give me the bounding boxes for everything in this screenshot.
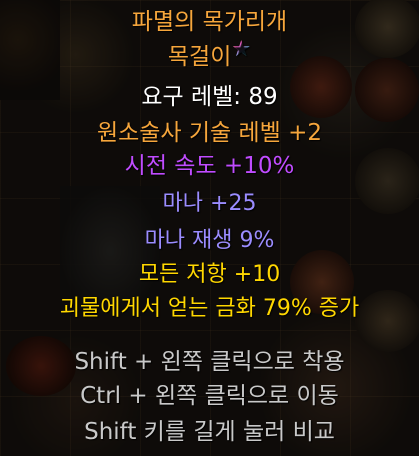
item-modifier: 마나 재생 9% — [144, 228, 275, 253]
item-tooltip: 파멸의 목가리개 목걸이★ 요구 레벨: 89 원소술사 기술 레벨 +2 시전… — [0, 0, 419, 456]
item-type-row: 목걸이★ — [0, 37, 419, 71]
item-modifier: 시전 속도 +10% — [124, 153, 295, 179]
hint-move: Ctrl + 왼쪽 클릭으로 이동 — [80, 383, 339, 409]
item-name: 파멸의 목가리개 — [131, 9, 288, 35]
item-modifier: 괴물에게서 얻는 금화 79% 증가 — [59, 296, 360, 321]
item-type: 목걸이 — [167, 44, 232, 70]
hint-equip: Shift + 왼쪽 클릭으로 착용 — [74, 349, 345, 375]
item-modifier: 모든 저항 +10 — [138, 262, 281, 287]
item-modifier: 원소술사 기술 레벨 +2 — [96, 120, 323, 146]
item-modifier: 마나 +25 — [162, 191, 257, 216]
item-requirement: 요구 레벨: 89 — [141, 84, 278, 110]
rainbow-star-icon: ★ — [231, 37, 252, 62]
hint-compare: Shift 키를 길게 눌러 비교 — [84, 419, 335, 445]
